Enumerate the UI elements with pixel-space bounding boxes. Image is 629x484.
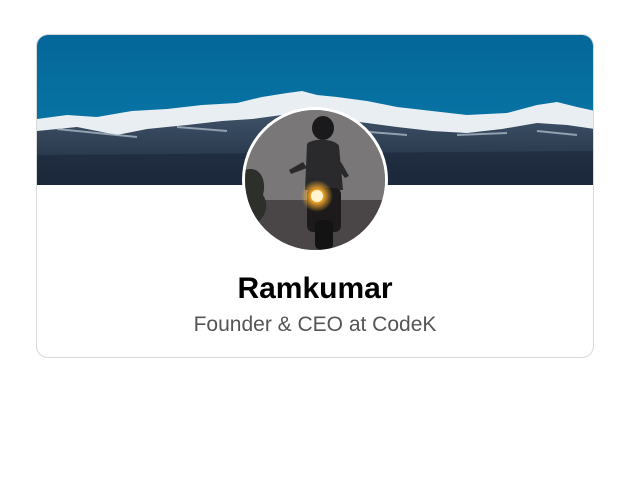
profile-card: Ramkumar Founder & CEO at CodeK	[36, 34, 594, 358]
profile-title: Founder & CEO at CodeK	[193, 313, 437, 336]
avatar	[242, 107, 388, 253]
profile-name: Ramkumar	[237, 272, 393, 305]
